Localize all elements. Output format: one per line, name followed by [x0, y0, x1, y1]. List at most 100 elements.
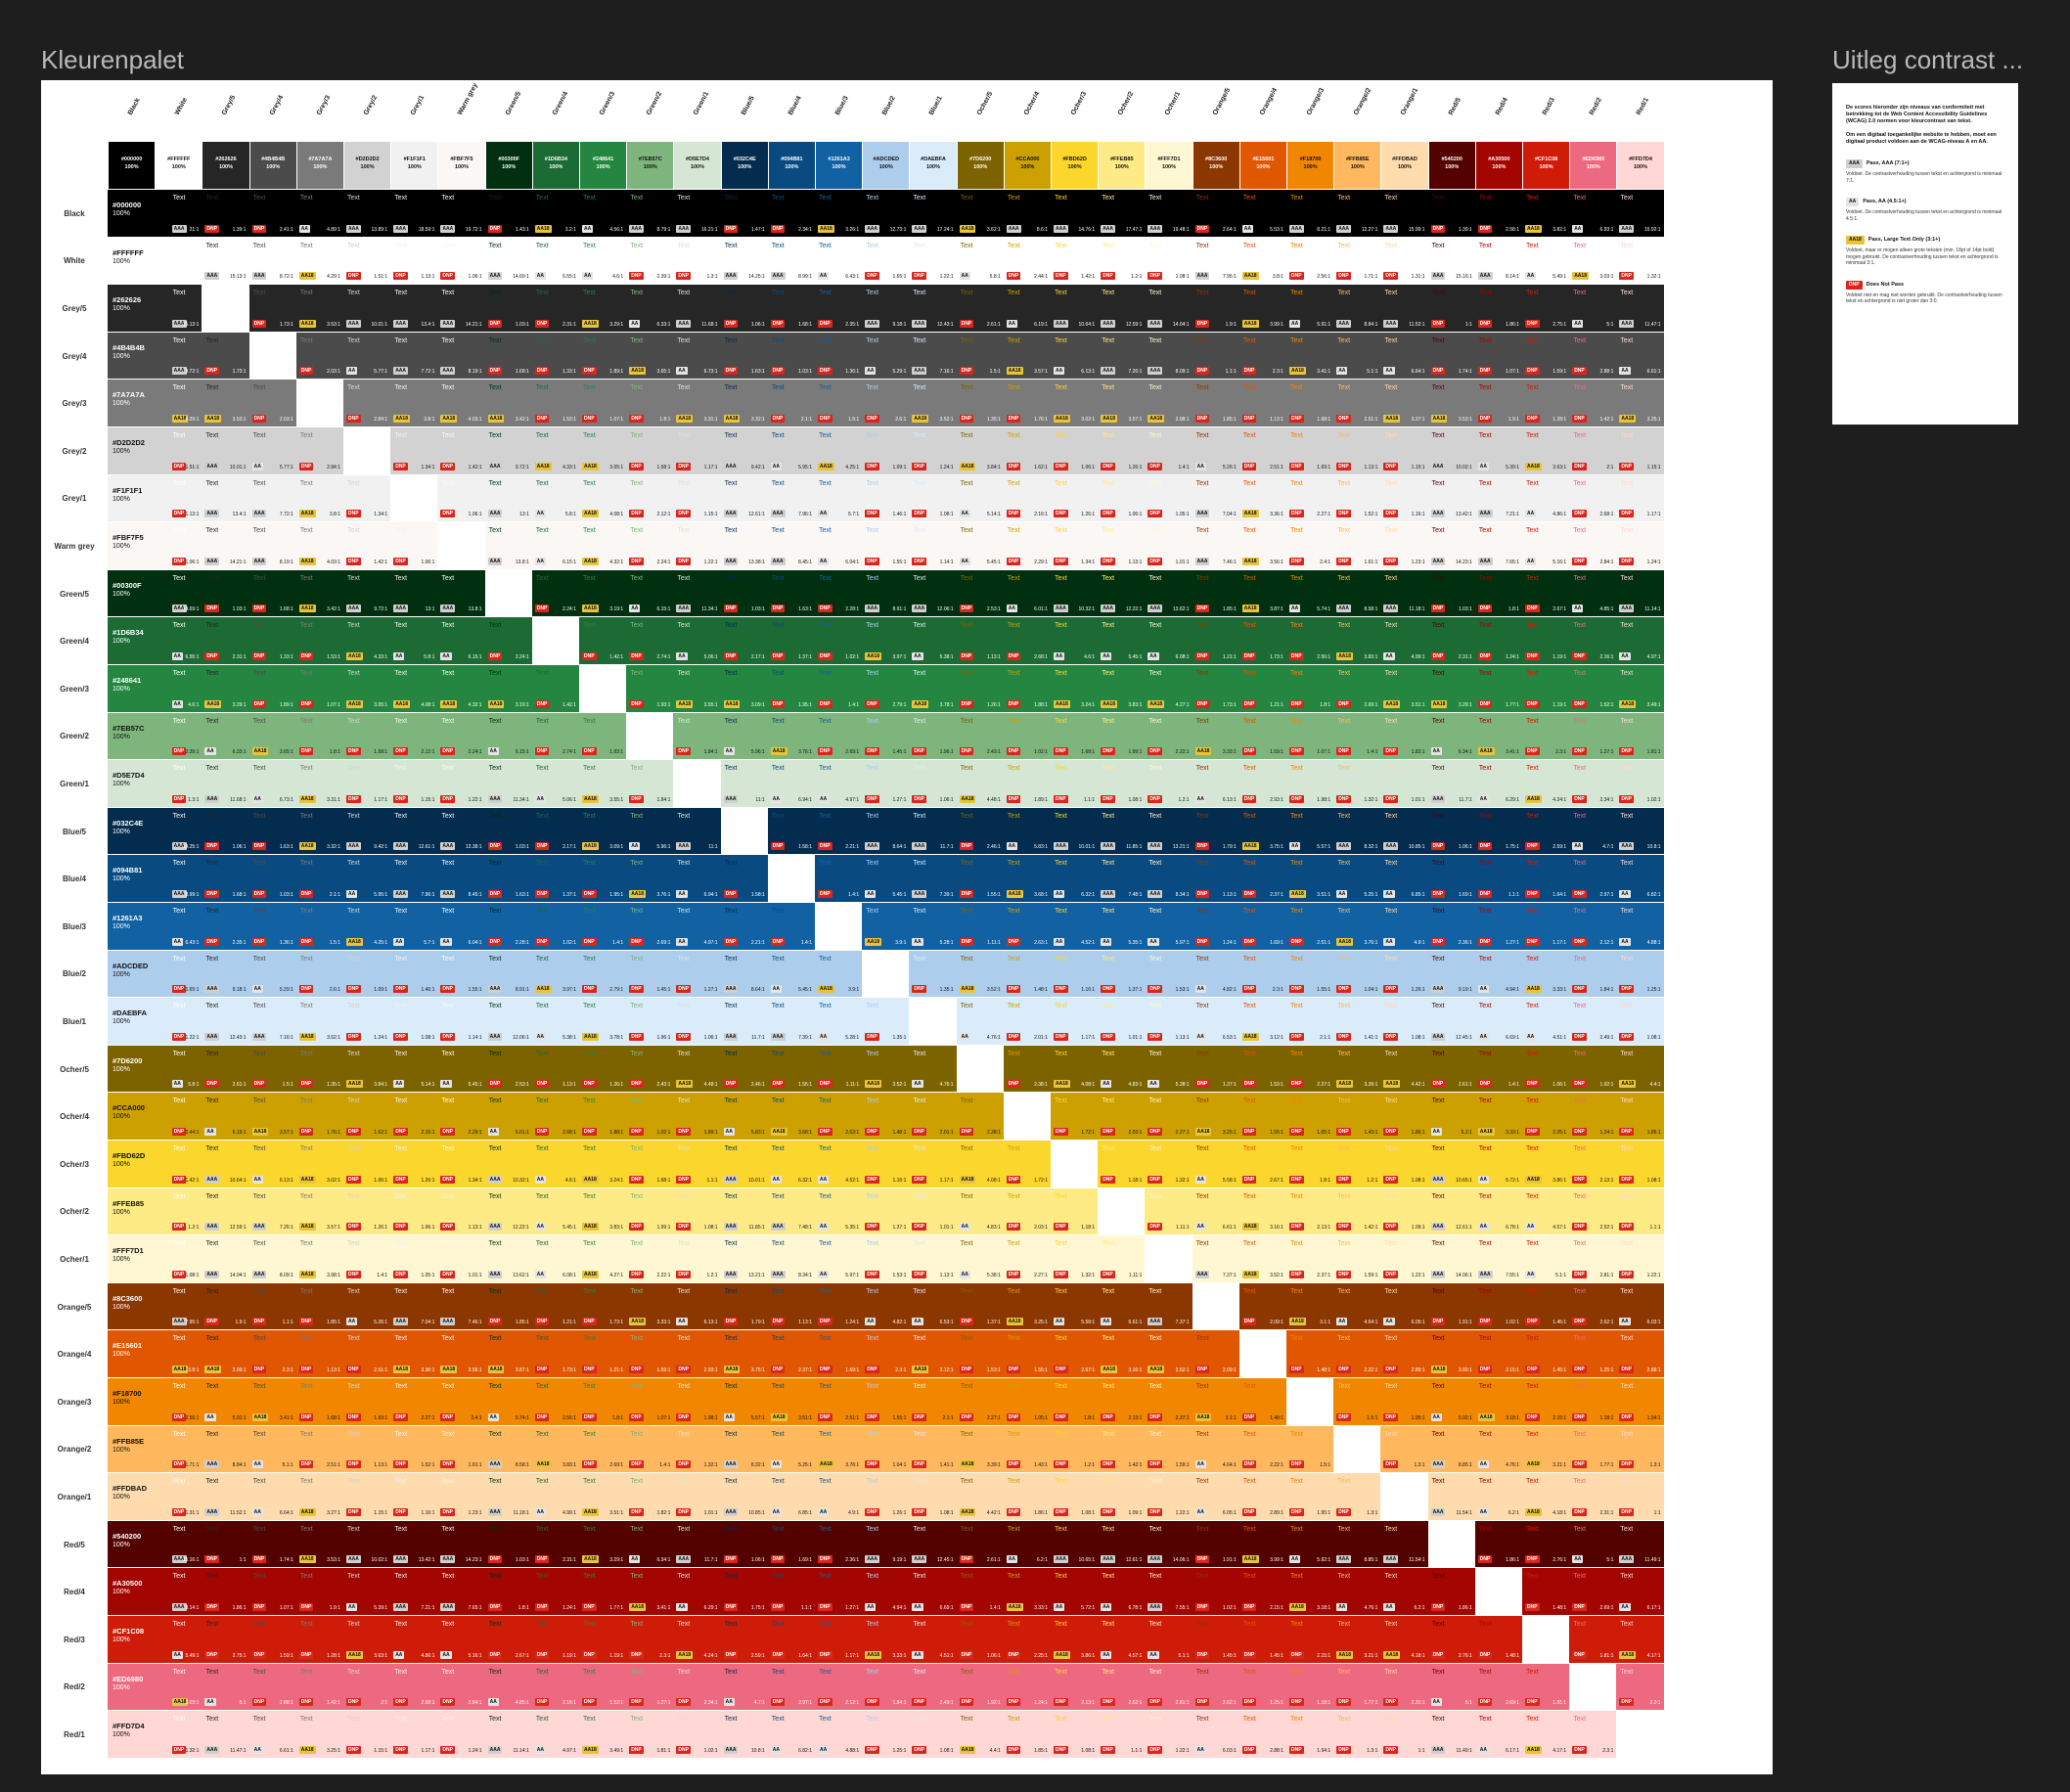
- contrast-cell-ocher-3-on-orange-4[interactable]: Text DNP 2.67:1: [1051, 1330, 1099, 1377]
- contrast-cell-ocher-3-on-grey-1[interactable]: Text DNP 1.26:1: [1051, 474, 1099, 522]
- contrast-cell-ocher-2-on-green-1[interactable]: Text DNP 1.08:1: [1098, 760, 1146, 807]
- contrast-cell-red-2-on-orange-1[interactable]: Text DNP 2.31:1: [1569, 1473, 1617, 1520]
- contrast-cell-orange-4-on-warm-grey[interactable]: Text AA18 3.56:1: [1238, 522, 1286, 569]
- contrast-cell-green-2-on-red-5[interactable]: Text AA 6.34:1: [626, 1520, 674, 1568]
- contrast-cell-blue-3-on-white[interactable]: Text AA 6.43:1: [815, 237, 863, 285]
- contrast-cell-grey-3-on-ocher-3[interactable]: Text AA18 3.02:1: [295, 1141, 343, 1187]
- contrast-cell-grey-3-on-green-2[interactable]: Text DNP 1.8:1: [295, 712, 343, 760]
- contrast-cell-blue-1-on-ocher-1[interactable]: Text DNP 1.13:1: [909, 1235, 957, 1282]
- contrast-cell-red-4-on-green-1[interactable]: Text AA 6.29:1: [1474, 760, 1522, 807]
- contrast-cell-orange-2-on-green-2[interactable]: Text DNP 1.4:1: [1333, 712, 1381, 760]
- contrast-cell-red-3-on-green-2[interactable]: Text DNP 2.3:1: [1522, 712, 1570, 760]
- contrast-cell-ocher-5-on-green-3[interactable]: Text DNP 1.26:1: [956, 665, 1004, 712]
- contrast-cell-ocher-2-on-ocher-4[interactable]: Text DNP 2.03:1: [1098, 1093, 1146, 1140]
- contrast-cell-blue-3-on-grey-1[interactable]: Text AA 5.7:1: [815, 474, 863, 522]
- contrast-cell-red-1-on-green-1[interactable]: Text DNP 1.02:1: [1616, 760, 1664, 807]
- contrast-cell-grey-3-on-blue-4[interactable]: Text DNP 2.1:1: [295, 855, 343, 902]
- contrast-cell-blue-4-on-red-2[interactable]: Text DNP 2.97:1: [767, 1663, 815, 1711]
- contrast-cell-ocher-2-on-red-3[interactable]: Text AA 4.57:1: [1098, 1616, 1146, 1663]
- contrast-cell-ocher-5-on-green-4[interactable]: Text DNP 1.13:1: [956, 617, 1004, 664]
- contrast-cell-ocher-5-on-green-2[interactable]: Text DNP 2.43:1: [956, 712, 1004, 760]
- swatch-grey-1[interactable]: #F1F1F1 100%: [391, 142, 438, 189]
- swatch-grey-2[interactable]: #D2D2D2 100%: [344, 142, 391, 189]
- contrast-cell-grey-2-on-ocher-4[interactable]: Text DNP 1.62:1: [343, 1093, 391, 1140]
- contrast-cell-white-on-ocher-1[interactable]: Text DNP 1.08:1: [168, 1235, 202, 1282]
- contrast-cell-orange-5-on-orange-1[interactable]: Text AA 6.05:1: [1192, 1473, 1239, 1520]
- contrast-cell-orange-5-on-grey-2[interactable]: Text AA 5.26:1: [1192, 427, 1239, 474]
- contrast-cell-green-2-on-blue-5[interactable]: Text AA 5.96:1: [626, 807, 674, 855]
- contrast-cell-orange-1-on-blue-1[interactable]: Text DNP 1.08:1: [1380, 998, 1428, 1045]
- row-background-green-5[interactable]: #00300F 100%: [108, 569, 169, 617]
- contrast-cell-green-2-on-white[interactable]: Text DNP 2.39:1: [626, 237, 674, 285]
- contrast-cell-grey-5-on-grey-5[interactable]: [202, 285, 249, 332]
- contrast-cell-grey-5-on-ocher-5[interactable]: Text DNP 2.61:1: [202, 1045, 249, 1093]
- contrast-cell-ocher-5-on-orange-4[interactable]: Text DNP 1.53:1: [956, 1330, 1004, 1377]
- contrast-cell-green-3-on-green-3[interactable]: [579, 665, 627, 712]
- contrast-cell-blue-2-on-red-4[interactable]: Text AA 4.94:1: [862, 1568, 910, 1615]
- contrast-cell-grey-4-on-grey-4[interactable]: [248, 332, 296, 380]
- contrast-cell-blue-2-on-orange-4[interactable]: Text DNP 2.3:1: [862, 1330, 910, 1377]
- contrast-cell-blue-2-on-black[interactable]: Text AAA 12.73:1: [862, 190, 910, 237]
- contrast-cell-orange-3-on-black[interactable]: Text AAA 8.21:1: [1286, 190, 1334, 237]
- contrast-cell-blue-1-on-red-4[interactable]: Text AA 6.69:1: [909, 1568, 957, 1615]
- contrast-cell-grey-4-on-green-2[interactable]: Text AA18 3.65:1: [248, 712, 296, 760]
- contrast-cell-white-on-white[interactable]: [168, 237, 202, 285]
- swatch-green-2[interactable]: #7EB57C 100%: [627, 142, 674, 189]
- contrast-cell-orange-3-on-ocher-5[interactable]: Text DNP 2.27:1: [1286, 1045, 1334, 1093]
- contrast-cell-orange-1-on-orange-5[interactable]: Text AA 6.05:1: [1380, 1282, 1428, 1330]
- contrast-cell-red-1-on-orange-4[interactable]: Text DNP 2.88:1: [1616, 1330, 1664, 1377]
- contrast-cell-blue-2-on-grey-1[interactable]: Text DNP 1.46:1: [862, 474, 910, 522]
- contrast-cell-blue-5-on-ocher-2[interactable]: Text AAA 11.85:1: [720, 1187, 768, 1235]
- contrast-cell-red-2-on-black[interactable]: Text AA 6.93:1: [1569, 190, 1617, 237]
- contrast-cell-red-5-on-red-3[interactable]: Text DNP 2.76:1: [1427, 1616, 1475, 1663]
- contrast-cell-orange-4-on-ocher-2[interactable]: Text AA18 3.16:1: [1238, 1187, 1286, 1235]
- contrast-cell-blue-1-on-black[interactable]: Text AAA 17.24:1: [909, 190, 957, 237]
- contrast-cell-orange-4-on-grey-3[interactable]: Text DNP 1.13:1: [1238, 380, 1286, 426]
- contrast-cell-grey-2-on-grey-4[interactable]: Text AA 5.77:1: [343, 332, 391, 380]
- contrast-cell-orange-3-on-grey-2[interactable]: Text DNP 1.69:1: [1286, 427, 1334, 474]
- contrast-cell-blue-5-on-ocher-5[interactable]: Text DNP 2.46:1: [720, 1045, 768, 1093]
- contrast-cell-red-4-on-red-3[interactable]: Text DNP 1.48:1: [1474, 1616, 1522, 1663]
- contrast-cell-green-4-on-ocher-1[interactable]: Text AA 6.08:1: [531, 1235, 579, 1282]
- contrast-cell-ocher-5-on-warm-grey[interactable]: Text AA 5.45:1: [956, 522, 1004, 569]
- contrast-cell-grey-3-on-orange-2[interactable]: Text DNP 2.51:1: [295, 1425, 343, 1473]
- contrast-cell-grey-3-on-grey-4[interactable]: Text DNP 2.03:1: [295, 332, 343, 380]
- contrast-cell-orange-1-on-red-5[interactable]: Text AAA 11.54:1: [1380, 1520, 1428, 1568]
- contrast-cell-blue-4-on-orange-1[interactable]: Text AA 6.85:1: [767, 1473, 815, 1520]
- contrast-cell-orange-4-on-ocher-3[interactable]: Text DNP 2.67:1: [1238, 1141, 1286, 1187]
- contrast-cell-green-1-on-black[interactable]: Text AAA 16.21:1: [673, 190, 721, 237]
- contrast-cell-green-5-on-warm-grey[interactable]: Text AAA 13.8:1: [484, 522, 532, 569]
- contrast-cell-red-2-on-green-5[interactable]: Text AA 4.85:1: [1569, 569, 1617, 617]
- contrast-cell-grey-2-on-grey-1[interactable]: Text DNP 1.34:1: [343, 474, 391, 522]
- contrast-cell-ocher-2-on-green-5[interactable]: Text AAA 12.22:1: [1098, 569, 1146, 617]
- contrast-cell-ocher-2-on-blue-5[interactable]: Text AAA 11.85:1: [1098, 807, 1146, 855]
- contrast-cell-green-4-on-grey-1[interactable]: Text AA 5.8:1: [531, 474, 579, 522]
- contrast-cell-blue-2-on-ocher-1[interactable]: Text DNP 1.53:1: [862, 1235, 910, 1282]
- contrast-cell-grey-2-on-red-4[interactable]: Text AA 5.39:1: [343, 1568, 391, 1615]
- contrast-cell-warm-grey-on-grey-3[interactable]: Text AA18 4.03:1: [437, 380, 485, 426]
- contrast-cell-ocher-4-on-red-1[interactable]: Text DNP 1.85:1: [1003, 1711, 1051, 1758]
- contrast-cell-ocher-2-on-red-2[interactable]: Text DNP 2.52:1: [1098, 1663, 1146, 1711]
- contrast-cell-ocher-1-on-grey-3[interactable]: Text AA18 3.98:1: [1145, 380, 1192, 426]
- contrast-cell-green-5-on-red-2[interactable]: Text AA 4.85:1: [484, 1663, 532, 1711]
- contrast-cell-orange-2-on-grey-2[interactable]: Text DNP 1.13:1: [1333, 427, 1381, 474]
- contrast-cell-ocher-5-on-grey-1[interactable]: Text AA 5.14:1: [956, 474, 1004, 522]
- contrast-cell-ocher-5-on-ocher-1[interactable]: Text AA 5.38:1: [956, 1235, 1004, 1282]
- contrast-cell-orange-3-on-red-5[interactable]: Text AA 5.92:1: [1286, 1520, 1334, 1568]
- contrast-cell-green-4-on-blue-3[interactable]: Text DNP 1.02:1: [531, 903, 579, 950]
- contrast-cell-ocher-3-on-ocher-4[interactable]: Text DNP 1.72:1: [1051, 1093, 1099, 1140]
- contrast-cell-grey-3-on-warm-grey[interactable]: Text AA18 4.03:1: [295, 522, 343, 569]
- contrast-cell-green-5-on-green-1[interactable]: Text AAA 11.34:1: [484, 760, 532, 807]
- contrast-cell-grey-5-on-ocher-4[interactable]: Text AA 6.19:1: [202, 1093, 249, 1140]
- contrast-cell-grey-3-on-red-5[interactable]: Text AA18 3.53:1: [295, 1520, 343, 1568]
- contrast-cell-grey-4-on-blue-1[interactable]: Text AAA 7.16:1: [248, 998, 296, 1045]
- contrast-cell-orange-1-on-ocher-3[interactable]: Text DNP 1.08:1: [1380, 1141, 1428, 1187]
- contrast-cell-orange-1-on-green-5[interactable]: Text AAA 11.18:1: [1380, 569, 1428, 617]
- contrast-cell-grey-2-on-white[interactable]: Text DNP 1.51:1: [343, 237, 391, 285]
- contrast-cell-orange-1-on-ocher-1[interactable]: Text DNP 1.22:1: [1380, 1235, 1428, 1282]
- contrast-cell-grey-1-on-red-1[interactable]: Text DNP 1.17:1: [390, 1711, 438, 1758]
- swatch-blue-2[interactable]: #ADCDED 100%: [863, 142, 910, 189]
- contrast-cell-green-1-on-grey-4[interactable]: Text AA 6.73:1: [673, 332, 721, 380]
- contrast-cell-warm-grey-on-grey-1[interactable]: Text DNP 1.06:1: [437, 474, 485, 522]
- contrast-cell-blue-1-on-blue-3[interactable]: Text AA 5.28:1: [909, 903, 957, 950]
